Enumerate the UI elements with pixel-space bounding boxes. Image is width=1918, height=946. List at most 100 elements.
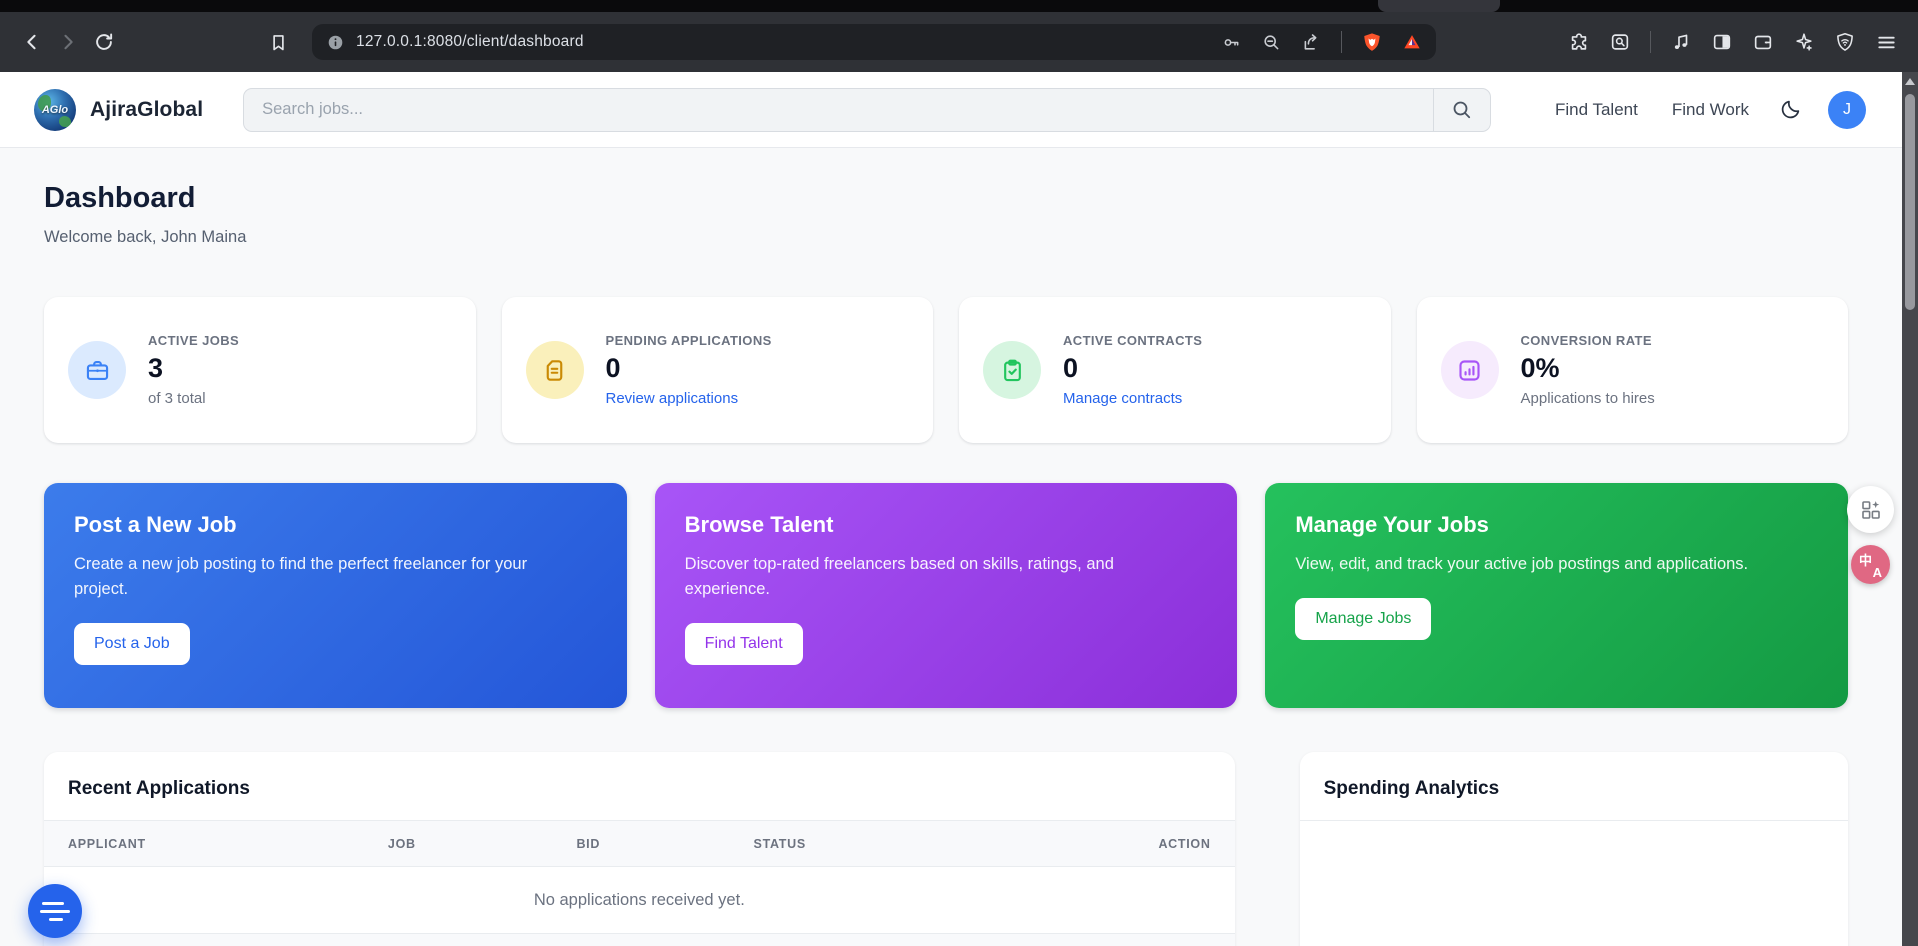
brave-shields-button[interactable] — [1361, 31, 1383, 53]
leo-ai-button[interactable] — [1793, 31, 1815, 53]
quick-actions-row: Post a New Job Create a new job posting … — [44, 483, 1848, 708]
post-job-card: Post a New Job Create a new job posting … — [44, 483, 627, 708]
scrollbar-thumb[interactable] — [1905, 94, 1915, 310]
url-text: 127.0.0.1:8080/client/dashboard — [356, 33, 584, 51]
zoom-out-icon — [1261, 32, 1282, 53]
url-bar-actions — [1221, 31, 1422, 53]
translate-fab[interactable]: 中 A — [1851, 545, 1890, 584]
tab-search-button[interactable] — [1609, 31, 1631, 53]
table-footer — [44, 934, 1235, 946]
action-title: Post a New Job — [74, 512, 597, 538]
applications-table-header: APPLICANT JOB BID STATUS ACTION — [44, 820, 1235, 867]
toolbar-right-actions — [1568, 31, 1904, 54]
forward-button[interactable] — [50, 24, 86, 60]
stat-card-active-jobs: ACTIVE JOBS 3 of 3 total — [44, 297, 476, 443]
extensions-button[interactable] — [1568, 31, 1590, 53]
column-status: STATUS — [754, 837, 1045, 851]
welcome-message: Welcome back, John Maina — [44, 228, 1848, 247]
share-icon — [1301, 32, 1322, 53]
stat-label: PENDING APPLICATIONS — [606, 333, 772, 348]
stat-value: 0% — [1521, 353, 1655, 384]
user-avatar[interactable]: J — [1828, 91, 1866, 129]
recent-applications-title: Recent Applications — [44, 752, 1235, 820]
stat-sub: of 3 total — [148, 390, 239, 407]
stats-row: ACTIVE JOBS 3 of 3 total PENDING APPLICA… — [44, 297, 1848, 443]
bar-chart-icon — [1441, 341, 1499, 399]
spending-analytics-card: Spending Analytics — [1300, 752, 1848, 946]
password-key-button[interactable] — [1221, 32, 1242, 53]
site-info-icon[interactable] — [326, 33, 345, 52]
manage-contracts-link[interactable]: Manage contracts — [1063, 390, 1182, 407]
stat-value: 0 — [1063, 353, 1202, 384]
active-tab[interactable] — [1378, 0, 1500, 12]
review-applications-link[interactable]: Review applications — [606, 390, 739, 407]
find-talent-button[interactable]: Find Talent — [685, 623, 803, 665]
vpn-button[interactable] — [1834, 31, 1856, 53]
menu-fab[interactable] — [28, 884, 82, 938]
spending-analytics-title: Spending Analytics — [1300, 752, 1848, 821]
stat-label: ACTIVE CONTRACTS — [1063, 333, 1202, 348]
share-button[interactable] — [1301, 32, 1322, 53]
sidebar-icon — [1711, 31, 1733, 53]
leo-sparkle-icon — [1793, 31, 1815, 53]
nav-find-work[interactable]: Find Work — [1672, 100, 1749, 120]
column-action: ACTION — [1045, 837, 1211, 851]
action-description: View, edit, and track your active job po… — [1295, 552, 1761, 577]
web-page: AGlo AjiraGlobal Find Talent Find Work J… — [0, 72, 1902, 946]
stat-label: ACTIVE JOBS — [148, 333, 239, 348]
key-icon — [1221, 32, 1242, 53]
tab-strip — [0, 0, 1918, 12]
site-header: AGlo AjiraGlobal Find Talent Find Work J — [0, 72, 1902, 148]
url-bar-divider — [1341, 31, 1342, 53]
translate-icon: 中 — [1859, 550, 1872, 569]
search-input[interactable] — [243, 88, 1433, 132]
stat-card-conversion-rate: CONVERSION RATE 0% Applications to hires — [1417, 297, 1849, 443]
logo-text: AGlo — [42, 104, 68, 116]
page-scrollbar[interactable] — [1902, 72, 1918, 946]
browse-talent-card: Browse Talent Discover top-rated freelan… — [655, 483, 1238, 708]
brave-rewards-button[interactable] — [1402, 32, 1422, 52]
bookmark-icon — [268, 32, 289, 53]
page-title: Dashboard — [44, 182, 1848, 215]
dark-mode-toggle[interactable] — [1779, 98, 1802, 121]
action-title: Browse Talent — [685, 512, 1208, 538]
manage-jobs-card: Manage Your Jobs View, edit, and track y… — [1265, 483, 1848, 708]
browser-menu-button[interactable] — [1875, 31, 1898, 54]
nav-find-talent[interactable]: Find Talent — [1555, 100, 1638, 120]
recent-applications-card: Recent Applications APPLICANT JOB BID ST… — [44, 752, 1235, 946]
stat-card-active-contracts: ACTIVE CONTRACTS 0 Manage contracts — [959, 297, 1391, 443]
tab-search-icon — [1609, 31, 1631, 53]
post-a-job-button[interactable]: Post a Job — [74, 623, 190, 665]
document-icon — [526, 341, 584, 399]
brand-name: AjiraGlobal — [90, 98, 203, 122]
column-applicant: APPLICANT — [68, 837, 388, 851]
media-button[interactable] — [1670, 31, 1692, 53]
music-note-icon — [1670, 31, 1692, 53]
zoom-out-button[interactable] — [1261, 32, 1282, 53]
toolbar-divider — [1650, 31, 1651, 53]
bookmark-button[interactable] — [260, 24, 296, 60]
search-button[interactable] — [1433, 88, 1491, 132]
brave-rewards-triangle-icon — [1402, 32, 1422, 52]
reload-icon — [93, 31, 115, 53]
column-job: JOB — [388, 837, 577, 851]
back-icon — [21, 31, 43, 53]
clipboard-check-icon — [983, 341, 1041, 399]
brand[interactable]: AGlo AjiraGlobal — [34, 89, 203, 131]
sidebar-toggle-button[interactable] — [1711, 31, 1733, 53]
wallet-button[interactable] — [1752, 31, 1774, 53]
job-search — [243, 88, 1491, 132]
url-bar[interactable]: 127.0.0.1:8080/client/dashboard — [312, 24, 1436, 60]
stat-label: CONVERSION RATE — [1521, 333, 1655, 348]
action-description: Create a new job posting to find the per… — [74, 552, 540, 602]
widgets-fab[interactable] — [1847, 486, 1894, 533]
manage-jobs-button[interactable]: Manage Jobs — [1295, 598, 1431, 640]
extensions-puzzle-icon — [1568, 31, 1590, 53]
back-button[interactable] — [14, 24, 50, 60]
brave-shield-icon — [1361, 31, 1383, 53]
scrollbar-up-arrow[interactable] — [1905, 78, 1915, 85]
empty-state-message: No applications received yet. — [44, 867, 1235, 934]
wallet-icon — [1752, 31, 1774, 53]
briefcase-icon — [68, 341, 126, 399]
reload-button[interactable] — [86, 24, 122, 60]
